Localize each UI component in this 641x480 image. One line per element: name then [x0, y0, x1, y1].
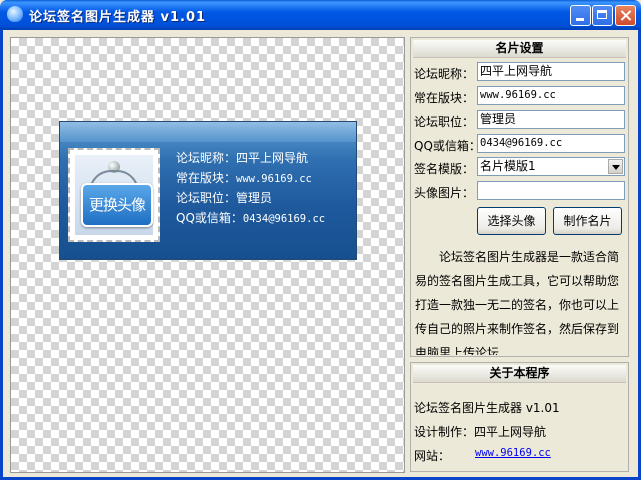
nickname-input[interactable]: 四平上网导航	[477, 62, 625, 81]
contact-input[interactable]: 0434@96169.cc	[477, 134, 625, 153]
choose-avatar-button[interactable]: 选择头像	[477, 207, 546, 235]
card-line-contact: QQ或信箱：0434@96169.cc	[176, 208, 325, 228]
template-label: 签名模版：	[414, 162, 475, 176]
card-text: 论坛昵称：四平上网导航 常在版块：www.96169.cc 论坛职位：管理员 Q…	[176, 148, 325, 228]
card-label: 常在版块：	[176, 171, 237, 185]
template-select-value: 名片模版1	[480, 159, 536, 173]
board-input[interactable]: www.96169.cc	[477, 86, 625, 105]
position-label: 论坛职位：	[414, 115, 475, 129]
title-bar[interactable]: 论坛签名图片生成器 v1.01	[0, 0, 641, 30]
card-line-board: 常在版块：www.96169.cc	[176, 168, 325, 188]
about-panel: 关于本程序 论坛签名图片生成器 v1.01 设计制作：四平上网导航 网站： ww…	[410, 362, 629, 472]
about-app-line: 论坛签名图片生成器 v1.01	[414, 401, 560, 415]
change-avatar-badge: 更换头像	[81, 183, 153, 227]
board-label: 常在版块：	[414, 91, 475, 105]
website-label: 网站：	[414, 449, 451, 463]
about-header: 关于本程序	[413, 365, 626, 383]
nickname-label: 论坛昵称：	[414, 67, 475, 81]
minimize-button[interactable]	[570, 5, 591, 26]
avatar-image-label: 头像图片：	[414, 186, 475, 200]
card-value: www.96169.cc	[236, 173, 312, 185]
app-description: 论坛签名图片生成器是一款适合简易的签名图片生成工具，它可以帮助您打造一款独一无二…	[415, 250, 620, 355]
card-label: 论坛昵称：	[176, 151, 237, 165]
card-line-nickname: 论坛昵称：四平上网导航	[176, 148, 325, 168]
card-value: 管理员	[236, 191, 273, 205]
close-button[interactable]	[615, 5, 636, 26]
window-frame-left	[0, 30, 3, 480]
card-line-position: 论坛职位：管理员	[176, 188, 325, 208]
about-author-line: 设计制作：四平上网导航	[414, 425, 547, 439]
avatar-frame[interactable]: 更换头像	[68, 148, 160, 242]
app-shield-icon	[7, 6, 23, 22]
card-value: 四平上网导航	[236, 151, 309, 165]
avatar-image-input[interactable]	[477, 181, 625, 200]
window-title: 论坛签名图片生成器 v1.01	[29, 10, 207, 25]
avatar-placeholder: 更换头像	[75, 155, 153, 235]
maximize-button[interactable]	[592, 5, 613, 26]
make-card-button[interactable]: 制作名片	[553, 207, 622, 235]
card-gloss	[60, 122, 356, 142]
card-label: 论坛职位：	[176, 191, 237, 205]
card-label: QQ或信箱：	[176, 211, 243, 225]
signature-card-preview: 更换头像 论坛昵称：四平上网导航 常在版块：www.96169.cc 论坛职位：…	[59, 121, 357, 260]
template-select[interactable]: 名片模版1	[477, 157, 625, 176]
website-link[interactable]: www.96169.cc	[475, 447, 551, 459]
position-input[interactable]: 管理员	[477, 110, 625, 129]
contact-label: QQ或信箱：	[414, 139, 481, 153]
chevron-down-icon[interactable]	[608, 159, 623, 174]
card-value: 0434@96169.cc	[242, 213, 326, 225]
card-settings-panel: 名片设置 论坛昵称： 四平上网导航 常在版块： www.96169.cc 论坛职…	[410, 37, 629, 357]
card-settings-header: 名片设置	[413, 40, 626, 58]
